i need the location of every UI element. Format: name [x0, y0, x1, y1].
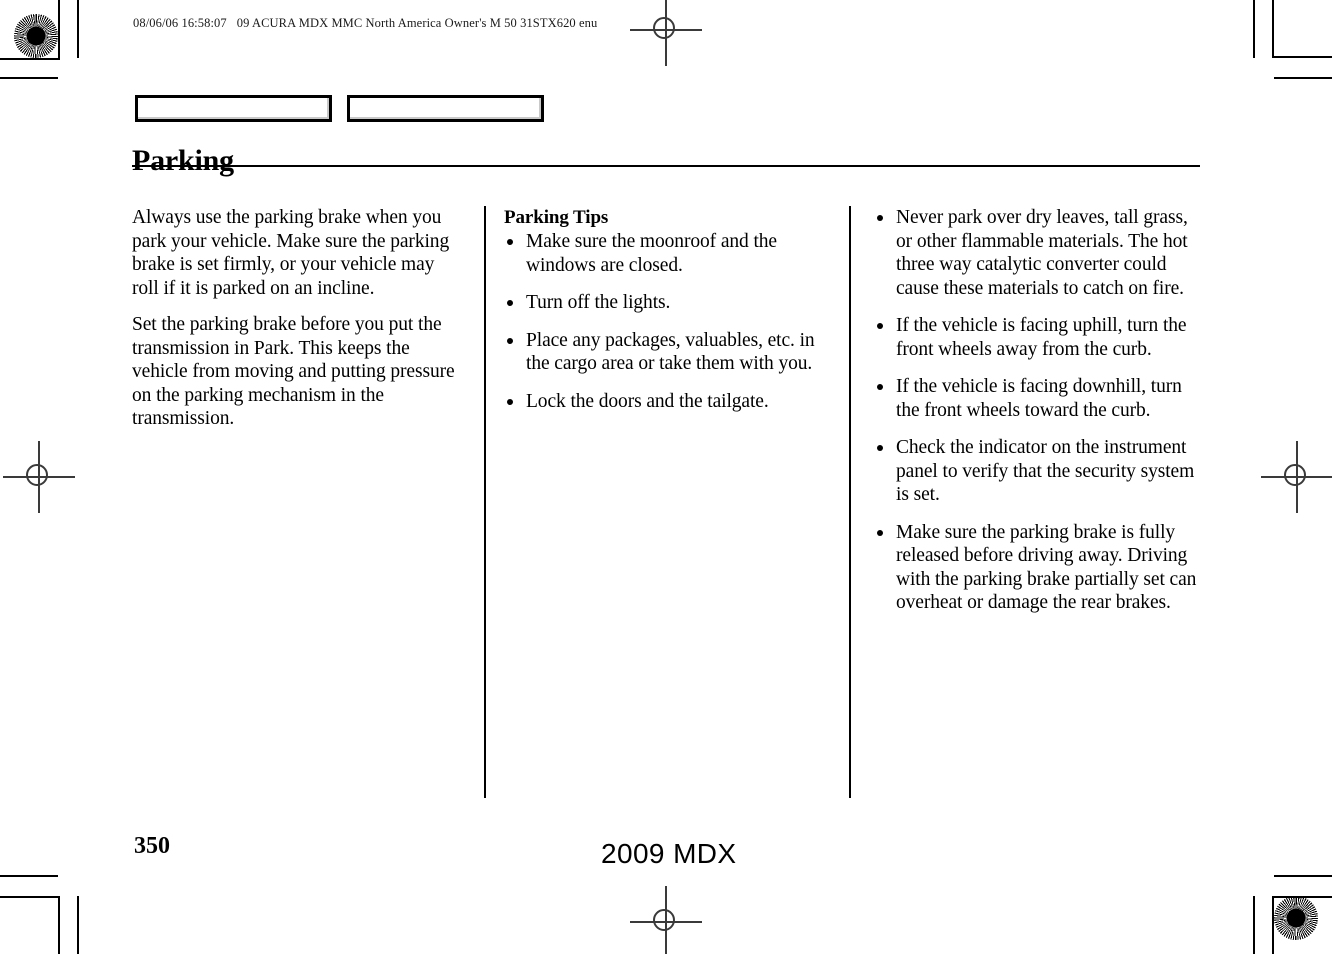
list-item: If the vehicle is facing downhill, turn … [874, 375, 1202, 422]
crop-mark-top-left-vertical [77, 0, 79, 58]
list-item-text: Never park over dry leaves, tall grass, … [896, 207, 1188, 299]
crop-mark-bottom-right-horizontal [1274, 875, 1332, 877]
body-columns: Always use the parking brake when you pa… [132, 206, 1202, 798]
list-item-text: Make sure the moonroof and the windows a… [526, 231, 777, 276]
crop-mark-top-left-corner-vertical [58, 0, 60, 58]
registration-cross-circle [26, 464, 48, 486]
manual-page: 08/06/06 16:58:07 09 ACURA MDX MMC North … [0, 0, 1332, 954]
bullet-dot-icon [877, 445, 883, 451]
crop-mark-top-right-vertical [1253, 0, 1255, 58]
registration-cross-circle [653, 17, 675, 39]
list-item: Never park over dry leaves, tall grass, … [874, 206, 1202, 300]
crop-mark-bottom-left-corner-vertical [58, 896, 60, 954]
registration-starburst-bottom-right [1274, 896, 1318, 940]
crop-mark-bottom-left-corner-horizontal [0, 896, 60, 898]
crop-mark-top-left-corner-horizontal [0, 58, 60, 60]
column-two: Parking Tips Make sure the moonroof and … [485, 206, 850, 798]
column-three: Never park over dry leaves, tall grass, … [850, 206, 1202, 798]
list-item-text: If the vehicle is facing uphill, turn th… [896, 315, 1187, 360]
crop-mark-bottom-right-corner-horizontal [1272, 896, 1332, 898]
paragraph: Always use the parking brake when you pa… [132, 207, 450, 299]
title-underline-rule [132, 165, 1200, 167]
bullet-dot-icon [877, 529, 883, 536]
list-item-text: Lock the doors and the tailgate. [526, 390, 769, 412]
registration-cross-top-center [630, 0, 702, 66]
list-item-text: Turn off the lights. [526, 292, 671, 313]
paragraph: Set the parking brake before you put the… [132, 314, 455, 429]
list-item-text: Place any packages, valuables, etc. in t… [526, 329, 815, 375]
chapter-tab-box-1 [135, 95, 332, 122]
crop-mark-top-right-corner-vertical [1272, 0, 1274, 58]
registration-cross-circle [653, 909, 675, 931]
crop-mark-bottom-right-vertical [1253, 896, 1255, 954]
crop-mark-bottom-right-corner-vertical [1272, 896, 1274, 954]
crop-mark-top-right-corner-horizontal [1272, 56, 1332, 58]
model-year-label: 2009 MDX [601, 838, 737, 869]
crop-mark-top-right-horizontal [1274, 77, 1332, 79]
crop-mark-top-left-horizontal [0, 77, 58, 79]
registration-starburst-top-left [14, 14, 58, 58]
bullet-dot-icon [507, 239, 513, 245]
section-heading-parking-tips: Parking Tips [504, 207, 609, 228]
list-item: Place any packages, valuables, etc. in t… [504, 329, 834, 376]
bullet-dot-icon [507, 300, 513, 306]
bullet-dot-icon [877, 323, 883, 329]
crop-mark-bottom-left-horizontal [0, 875, 58, 877]
list-item: Lock the doors and the tailgate. [504, 390, 834, 414]
print-job-info: 09 ACURA MDX MMC North America Owner's M… [236, 16, 598, 30]
bullet-dot-icon [877, 384, 883, 390]
column-one: Always use the parking brake when you pa… [132, 206, 485, 798]
parking-cautions-list: Never park over dry leaves, tall grass, … [874, 206, 1202, 615]
list-item: If the vehicle is facing uphill, turn th… [874, 314, 1202, 361]
registration-cross-left-center [3, 441, 75, 513]
list-item: Check the indicator on the instrument pa… [874, 436, 1202, 507]
list-item-text: If the vehicle is facing downhill, turn … [896, 376, 1182, 421]
registration-cross-circle [1284, 464, 1306, 486]
chapter-tab-box-2 [347, 95, 544, 122]
registration-cross-bottom-center [630, 886, 702, 954]
list-item: Make sure the parking brake is fully rel… [874, 521, 1202, 615]
print-job-header: 08/06/06 16:58:07 09 ACURA MDX MMC North … [133, 16, 597, 31]
list-item: Turn off the lights. [504, 291, 834, 315]
bullet-dot-icon [877, 215, 883, 221]
page-number: 350 [134, 833, 170, 859]
registration-cross-right-center [1261, 441, 1332, 513]
print-timestamp: 08/06/06 16:58:07 [133, 16, 227, 30]
bullet-dot-icon [507, 398, 513, 405]
list-item: Make sure the moonroof and the windows a… [504, 230, 834, 277]
page-title: Parking [132, 144, 234, 178]
parking-tips-list: Make sure the moonroof and the windows a… [504, 230, 834, 413]
crop-mark-bottom-left-vertical [77, 896, 79, 954]
bullet-dot-icon [507, 337, 513, 344]
list-item-text: Make sure the parking brake is fully rel… [896, 521, 1197, 614]
list-item-text: Check the indicator on the instrument pa… [896, 437, 1195, 505]
chapter-tab-row [135, 95, 544, 122]
